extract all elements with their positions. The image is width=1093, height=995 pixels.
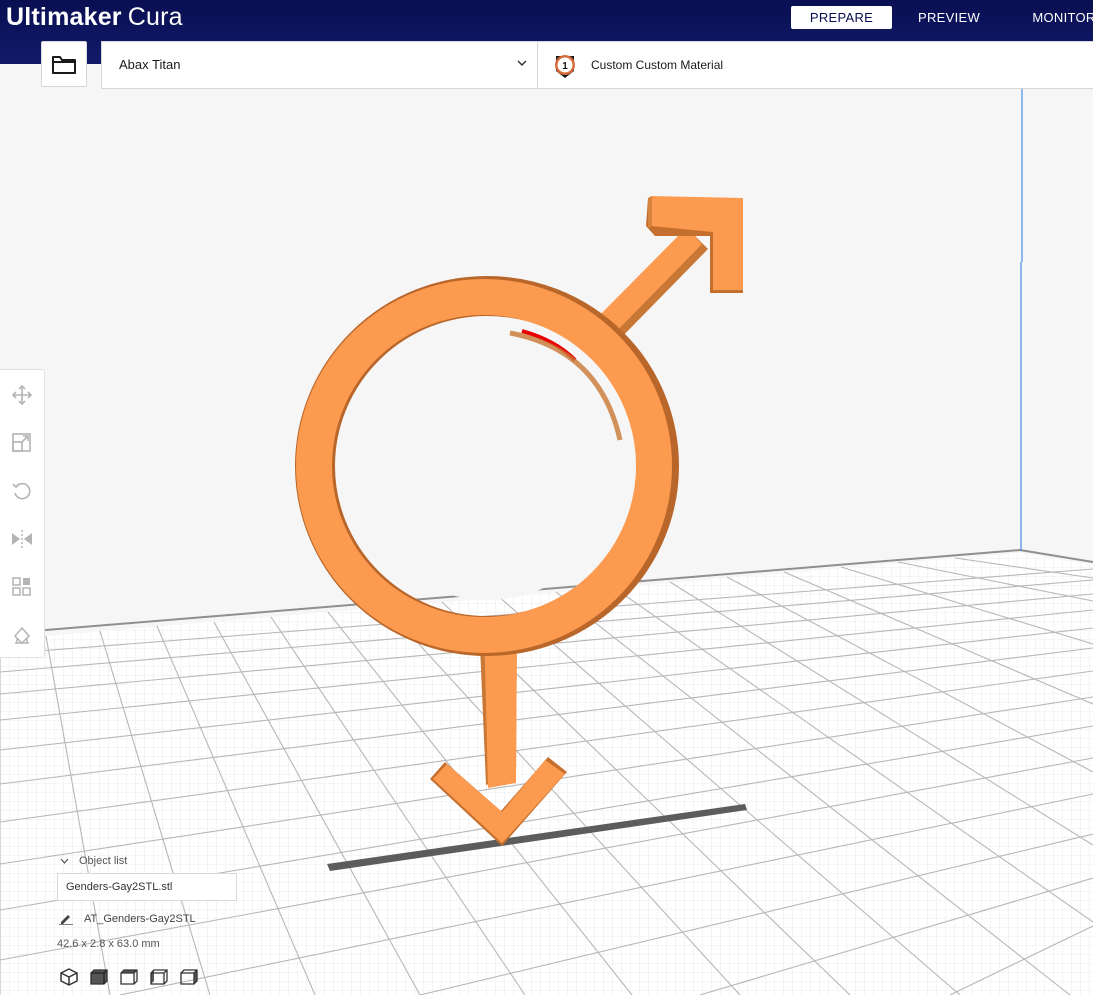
3d-view-icon (60, 968, 78, 986)
chevron-down-icon (60, 858, 69, 864)
edit-pencil-icon (59, 915, 73, 925)
extruder-number: 1 (562, 61, 568, 72)
scale-icon (12, 433, 31, 452)
front-view-button[interactable] (89, 967, 111, 989)
top-view-icon (120, 969, 138, 985)
app-logo: Ultimaker Cura (6, 0, 183, 34)
printer-name: Abax Titan (119, 57, 181, 72)
move-icon (12, 385, 32, 405)
per-model-settings-tool[interactable] (0, 564, 44, 610)
printer-selector[interactable]: Abax Titan (102, 42, 538, 88)
rotate-icon (12, 482, 31, 500)
per-model-settings-icon (12, 577, 31, 596)
left-view-icon (150, 969, 168, 985)
3d-view-button[interactable] (59, 967, 81, 989)
object-name: AT_Genders-Gay2STL (84, 913, 196, 925)
right-view-icon (180, 969, 198, 985)
right-view-button[interactable] (179, 967, 201, 989)
object-name-row[interactable]: AT_Genders-Gay2STL (59, 913, 196, 925)
front-view-icon (90, 969, 108, 985)
left-view-button[interactable] (149, 967, 171, 989)
brand-bold: Ultimaker (6, 3, 122, 31)
open-file-button[interactable] (41, 41, 87, 87)
object-list-heading: Object list (79, 855, 128, 867)
mirror-icon (12, 530, 32, 548)
brand-light: Cura (127, 3, 183, 31)
material-selector[interactable]: 1 Custom Custom Material (539, 42, 1093, 88)
build-volume-scene (0, 89, 1093, 995)
tab-monitor[interactable]: MONITOR (1024, 6, 1093, 29)
extruder-icon: 1 (555, 55, 575, 78)
chevron-down-icon (517, 60, 527, 66)
tool-panel (0, 369, 45, 658)
material-name: Custom Custom Material (591, 58, 724, 72)
stage-tabs: PREPARE PREVIEW MONITOR (791, 6, 1093, 29)
tab-preview[interactable]: PREVIEW (899, 6, 999, 29)
support-blocker-icon (13, 626, 31, 645)
top-view-button[interactable] (119, 967, 141, 989)
folder-icon (52, 56, 76, 74)
rotate-tool[interactable] (0, 468, 44, 514)
mirror-tool[interactable] (0, 516, 44, 562)
print-setup-header: Abax Titan 1 Custom Custom Material (101, 41, 1093, 89)
tab-prepare[interactable]: PREPARE (791, 6, 892, 29)
3d-viewport[interactable] (0, 89, 1093, 995)
scale-tool[interactable] (0, 420, 44, 466)
object-list-item[interactable]: Genders-Gay2STL.stl (57, 873, 237, 901)
object-list-toggle[interactable]: Object list (60, 855, 127, 867)
object-dimensions: 42.6 x 2.8 x 63.0 mm (57, 938, 160, 950)
move-tool[interactable] (0, 372, 44, 418)
support-blocker-tool[interactable] (0, 612, 44, 658)
